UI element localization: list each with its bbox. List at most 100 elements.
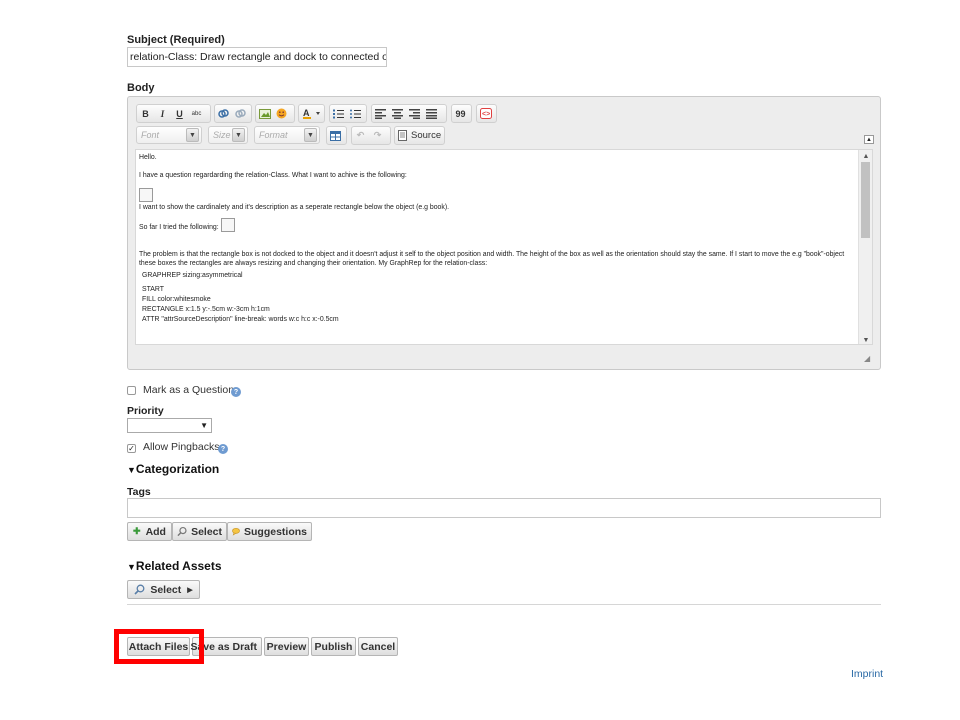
mark-question-checkbox[interactable] xyxy=(127,386,136,395)
insert-group xyxy=(255,104,295,123)
blockquote-button[interactable]: 99 xyxy=(452,105,469,122)
content-greeting: Hello. xyxy=(139,154,157,161)
editor-scrollbar[interactable]: ▲ ▼ xyxy=(858,150,872,344)
tags-label: Tags xyxy=(127,486,151,498)
pingbacks-checkbox[interactable]: ✓ xyxy=(127,444,136,453)
subject-label: Subject (Required) xyxy=(127,34,225,46)
divider xyxy=(127,604,881,605)
code-line: START xyxy=(142,286,164,293)
link-icon[interactable] xyxy=(215,105,232,122)
scroll-down-icon[interactable]: ▼ xyxy=(859,334,872,344)
cancel-button[interactable]: Cancel xyxy=(358,637,398,656)
search-icon xyxy=(177,526,187,537)
speech-bubble-icon xyxy=(232,527,240,536)
triangle-down-icon: ▼ xyxy=(127,562,136,572)
select-asset-button[interactable]: Select ▶ xyxy=(127,580,200,599)
triangle-down-icon: ▼ xyxy=(127,465,136,475)
list-group xyxy=(329,104,367,123)
categorization-title: Categorization xyxy=(135,462,220,476)
rich-text-editor: B I U abc A 99 <> Font ▼ Size ▼ Format ▼… xyxy=(127,96,881,370)
history-group: ↶ ↷ xyxy=(351,126,391,145)
priority-select[interactable]: ▼ xyxy=(127,418,212,433)
svg-text:A: A xyxy=(303,108,310,118)
numbered-list-icon[interactable] xyxy=(330,105,347,122)
highlight-box xyxy=(114,629,204,664)
unlink-icon[interactable] xyxy=(232,105,249,122)
mark-question-label: Mark as a Question xyxy=(143,384,235,396)
bold-button[interactable]: B xyxy=(137,105,154,122)
resize-handle-icon[interactable]: ◢ xyxy=(864,354,874,364)
strikethrough-button[interactable]: abc xyxy=(188,105,205,122)
blockquote-group: 99 xyxy=(451,104,472,123)
imprint-link[interactable]: Imprint xyxy=(851,668,883,680)
text-color-icon[interactable]: A xyxy=(299,105,324,122)
categorization-header[interactable]: ▼Categorization xyxy=(127,462,219,476)
code-icon[interactable]: <> xyxy=(477,105,494,122)
pingbacks-label: Allow Pingbacks xyxy=(143,441,220,453)
align-group xyxy=(371,104,447,123)
triangle-right-icon: ▶ xyxy=(187,586,193,594)
basic-styles-group: B I U abc xyxy=(136,104,211,123)
search-icon xyxy=(134,584,145,595)
svg-text:<>: <> xyxy=(482,111,490,118)
format-placeholder: Format xyxy=(259,130,288,140)
code-group: <> xyxy=(476,104,497,123)
font-combo[interactable]: Font ▼ xyxy=(136,126,202,144)
align-center-icon[interactable] xyxy=(389,105,406,122)
tags-input[interactable] xyxy=(127,498,881,518)
select-asset-label: Select xyxy=(150,583,182,596)
table-icon[interactable] xyxy=(327,127,344,144)
add-tag-label: Add xyxy=(145,525,166,538)
suggestions-button[interactable]: Suggestions xyxy=(227,522,312,541)
code-line: GRAPHREP sizing:asymmetrical xyxy=(142,272,243,279)
italic-button[interactable]: I xyxy=(154,105,171,122)
help-icon[interactable]: ? xyxy=(218,444,228,454)
document-icon xyxy=(398,130,407,141)
table-group xyxy=(326,126,347,145)
content-tried: So far I tried the following: xyxy=(139,224,219,231)
smiley-icon[interactable] xyxy=(273,105,290,122)
select-tag-label: Select xyxy=(191,525,222,538)
add-tag-button[interactable]: ✚ Add xyxy=(127,522,172,541)
link-group xyxy=(214,104,252,123)
text-color-group: A xyxy=(298,104,325,123)
toolbar-collapse-icon[interactable]: ▲ xyxy=(864,135,874,144)
content-problem: The problem is that the rectangle box is… xyxy=(139,251,845,267)
format-combo[interactable]: Format ▼ xyxy=(254,126,320,144)
align-right-icon[interactable] xyxy=(406,105,423,122)
code-line: RECTANGLE x:1.5 y:-.5cm w:-3cm h:1cm xyxy=(142,306,270,313)
suggestions-label: Suggestions xyxy=(243,525,307,538)
content-question: I have a question regardarding the relat… xyxy=(139,172,407,179)
size-combo[interactable]: Size ▼ xyxy=(208,126,248,144)
content-goal: I want to show the cardinalety and it's … xyxy=(139,204,450,211)
related-assets-header[interactable]: ▼Related Assets xyxy=(127,559,222,573)
align-left-icon[interactable] xyxy=(372,105,389,122)
preview-button[interactable]: Preview xyxy=(264,637,309,656)
chevron-down-icon: ▼ xyxy=(186,128,199,142)
code-line: ATTR "attrSourceDescription" line-break:… xyxy=(142,316,339,323)
code-line: FILL color:whitesmoke xyxy=(142,296,211,303)
chevron-down-icon: ▼ xyxy=(232,128,245,142)
related-assets-title: Related Assets xyxy=(135,559,222,573)
bulleted-list-icon[interactable] xyxy=(347,105,364,122)
broken-image-icon xyxy=(220,218,235,232)
font-placeholder: Font xyxy=(141,130,160,140)
plus-icon: ✚ xyxy=(133,526,141,536)
undo-icon[interactable]: ↶ xyxy=(352,127,369,144)
body-label: Body xyxy=(127,82,155,94)
broken-image-icon xyxy=(139,188,153,202)
editor-content[interactable]: Hello. I have a question regardarding th… xyxy=(135,149,873,345)
source-button[interactable]: Source xyxy=(394,126,445,145)
redo-icon[interactable]: ↷ xyxy=(369,127,386,144)
underline-button[interactable]: U xyxy=(171,105,188,122)
image-icon[interactable] xyxy=(256,105,273,122)
help-icon[interactable]: ? xyxy=(231,387,241,397)
subject-input[interactable]: relation-Class: Draw rectangle and dock … xyxy=(127,47,387,67)
select-tag-button[interactable]: Select xyxy=(172,522,227,541)
priority-label: Priority xyxy=(127,405,164,417)
scroll-up-icon[interactable]: ▲ xyxy=(859,150,872,162)
size-placeholder: Size xyxy=(213,130,231,140)
scroll-thumb[interactable] xyxy=(861,162,870,238)
justify-icon[interactable] xyxy=(423,105,440,122)
publish-button[interactable]: Publish xyxy=(311,637,356,656)
